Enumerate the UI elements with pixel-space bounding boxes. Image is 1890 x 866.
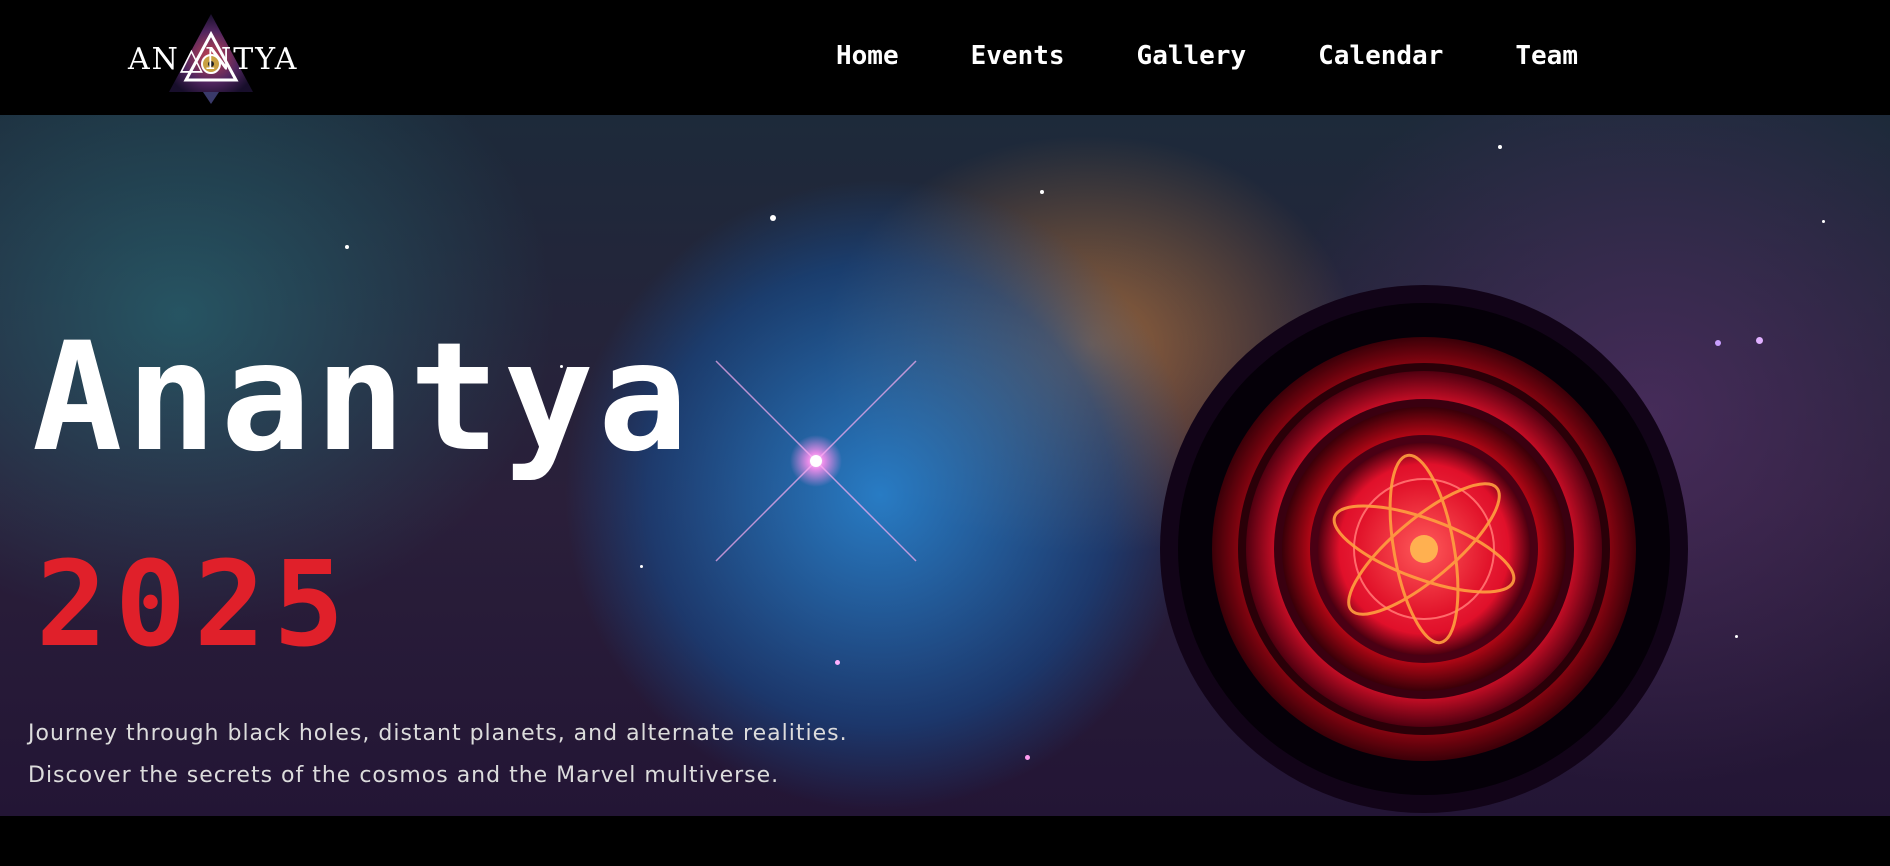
logo-text: AN△NTYA: [128, 42, 299, 77]
site-logo[interactable]: AN△NTYA: [128, 12, 338, 112]
star: [1025, 755, 1030, 760]
nav-team[interactable]: Team: [1515, 36, 1578, 76]
bottom-band: [0, 816, 1890, 866]
nav-gallery[interactable]: Gallery: [1137, 36, 1247, 76]
star: [1498, 145, 1502, 149]
star: [345, 245, 349, 249]
atom-orb-icon: [1160, 285, 1688, 813]
star: [835, 660, 840, 665]
top-navbar: AN△NTYA Home Events Gallery Calendar Tea…: [0, 0, 1890, 115]
star: [1735, 635, 1738, 638]
nav-events[interactable]: Events: [971, 36, 1065, 76]
hero-description: Journey through black holes, distant pla…: [28, 713, 848, 797]
star: [1040, 190, 1044, 194]
star: [770, 215, 776, 221]
hero-year: 2025: [36, 535, 353, 673]
star: [640, 565, 643, 568]
main-nav: Home Events Gallery Calendar Team: [836, 36, 1650, 76]
star: [1822, 220, 1825, 223]
star: [1756, 337, 1763, 344]
hero-section: Anantya 2025 Journey through black holes…: [0, 115, 1890, 816]
star: [1715, 340, 1721, 346]
hero-description-line-1: Journey through black holes, distant pla…: [28, 721, 848, 746]
hero-title: Anantya: [32, 311, 693, 485]
hero-description-line-2: Discover the secrets of the cosmos and t…: [28, 763, 780, 788]
nav-calendar[interactable]: Calendar: [1318, 36, 1443, 76]
sparkle-star-icon: [715, 360, 917, 562]
nav-home[interactable]: Home: [836, 36, 899, 76]
